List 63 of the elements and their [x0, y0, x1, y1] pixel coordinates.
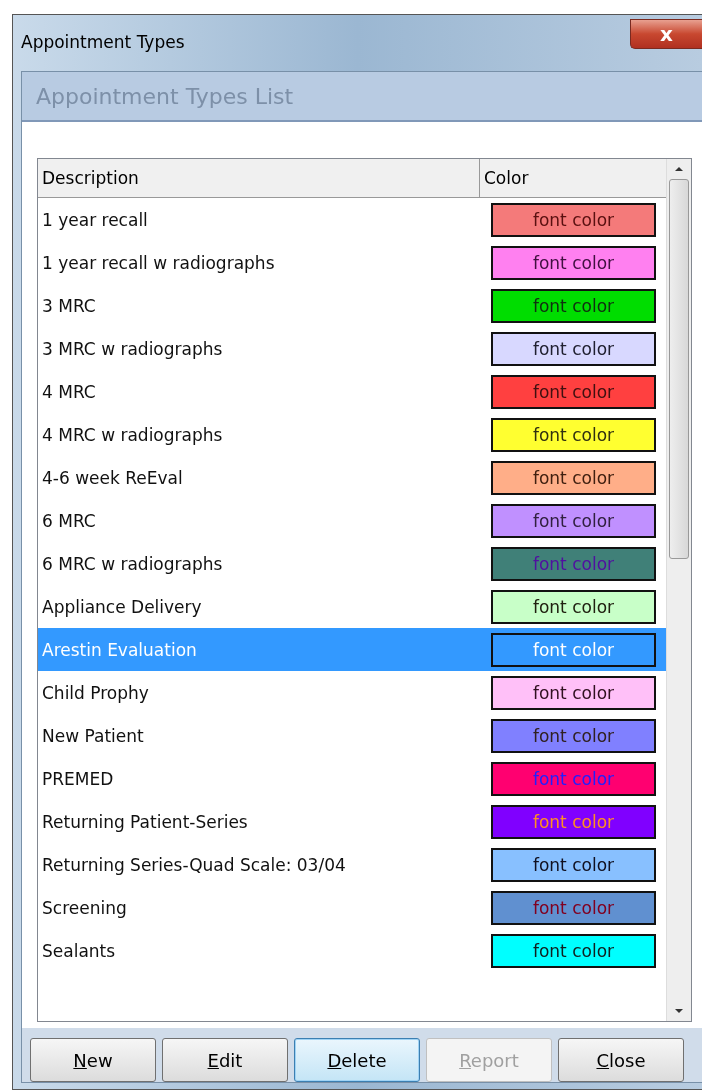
window-close-button[interactable]: x [630, 19, 702, 49]
list-row[interactable]: 1 year recall font color [38, 198, 666, 241]
swatch-label: font color [532, 467, 615, 488]
description-text: PREMED [41, 768, 115, 789]
description-text: 4-6 week ReEval [41, 467, 184, 488]
description-text: Returning Series-Quad Scale: 03/04 [41, 854, 347, 875]
list-row[interactable]: Returning Patient-Series font color [38, 800, 666, 843]
swatch-label: font color [532, 897, 615, 918]
description-text: 4 MRC w radiographs [41, 424, 224, 445]
action-button[interactable]: Delete [294, 1038, 420, 1082]
description-text: 1 year recall w radiographs [41, 252, 276, 273]
list-row[interactable]: Child Prophy font color [38, 671, 666, 714]
description-text: 6 MRC [41, 510, 97, 531]
list-row[interactable]: 4-6 week ReEval font color [38, 456, 666, 499]
list-row[interactable]: 3 MRC w radiographs font color [38, 327, 666, 370]
swatch-label: font color [532, 596, 615, 617]
swatch-label: font color [532, 639, 615, 660]
list-row[interactable]: Screening font color [38, 886, 666, 929]
list-row[interactable]: Returning Series-Quad Scale: 03/04 font color [38, 843, 666, 886]
swatch-label: font color [532, 768, 615, 789]
description-text: 6 MRC w radiographs [41, 553, 224, 574]
swatch-label: font color [532, 682, 615, 703]
description-text: 3 MRC w radiographs [41, 338, 224, 359]
action-button[interactable]: New [30, 1038, 156, 1082]
action-button[interactable]: Edit [162, 1038, 288, 1082]
description-text: New Patient [41, 725, 145, 746]
list-row[interactable]: New Patient font color [38, 714, 666, 757]
swatch-label: font color [532, 424, 615, 445]
list-row[interactable]: 6 MRC w radiographs font color [38, 542, 666, 585]
list-row[interactable]: Sealants font color [38, 929, 666, 972]
description-text: 3 MRC [41, 295, 97, 316]
description-text: Arestin Evaluation [41, 639, 198, 660]
description-text: Child Prophy [41, 682, 150, 703]
swatch-label: font color [532, 854, 615, 875]
scrollbar-thumb[interactable] [669, 179, 689, 559]
swatch-label: font color [532, 553, 615, 574]
description-text: Sealants [41, 940, 117, 961]
list-row[interactable]: 6 MRC font color [38, 499, 666, 542]
description-text: Screening [41, 897, 128, 918]
list-row[interactable]: Appliance Delivery font color [38, 585, 666, 628]
swatch-label: font color [532, 811, 615, 832]
description-text: Returning Patient-Series [41, 811, 249, 832]
description-text: Appliance Delivery [41, 596, 203, 617]
description-text: 1 year recall [41, 209, 149, 230]
window-title: Appointment Types [21, 32, 186, 52]
swatch-label: font color [532, 940, 615, 961]
column-header[interactable]: Description [38, 159, 480, 197]
action-button[interactable]: Close [558, 1038, 684, 1082]
swatch-label: font color [532, 209, 615, 230]
list-row[interactable]: 1 year recall w radiographs font color [38, 241, 666, 284]
list-row[interactable]: 4 MRC w radiographs font color [38, 413, 666, 456]
swatch-label: font color [532, 725, 615, 746]
swatch-label: font color [532, 338, 615, 359]
list-row[interactable]: 3 MRC font color [38, 284, 666, 327]
swatch-label: font color [532, 510, 615, 531]
swatch-label: font color [532, 381, 615, 402]
swatch-label: font color [532, 295, 615, 316]
list-row[interactable]: PREMED font color [38, 757, 666, 800]
list-row[interactable]: 4 MRC font color [38, 370, 666, 413]
swatch-label: font color [532, 252, 615, 273]
column-header[interactable]: Color [480, 159, 666, 197]
panel-title: Appointment Types List [36, 83, 294, 109]
description-text: 4 MRC [41, 381, 97, 402]
